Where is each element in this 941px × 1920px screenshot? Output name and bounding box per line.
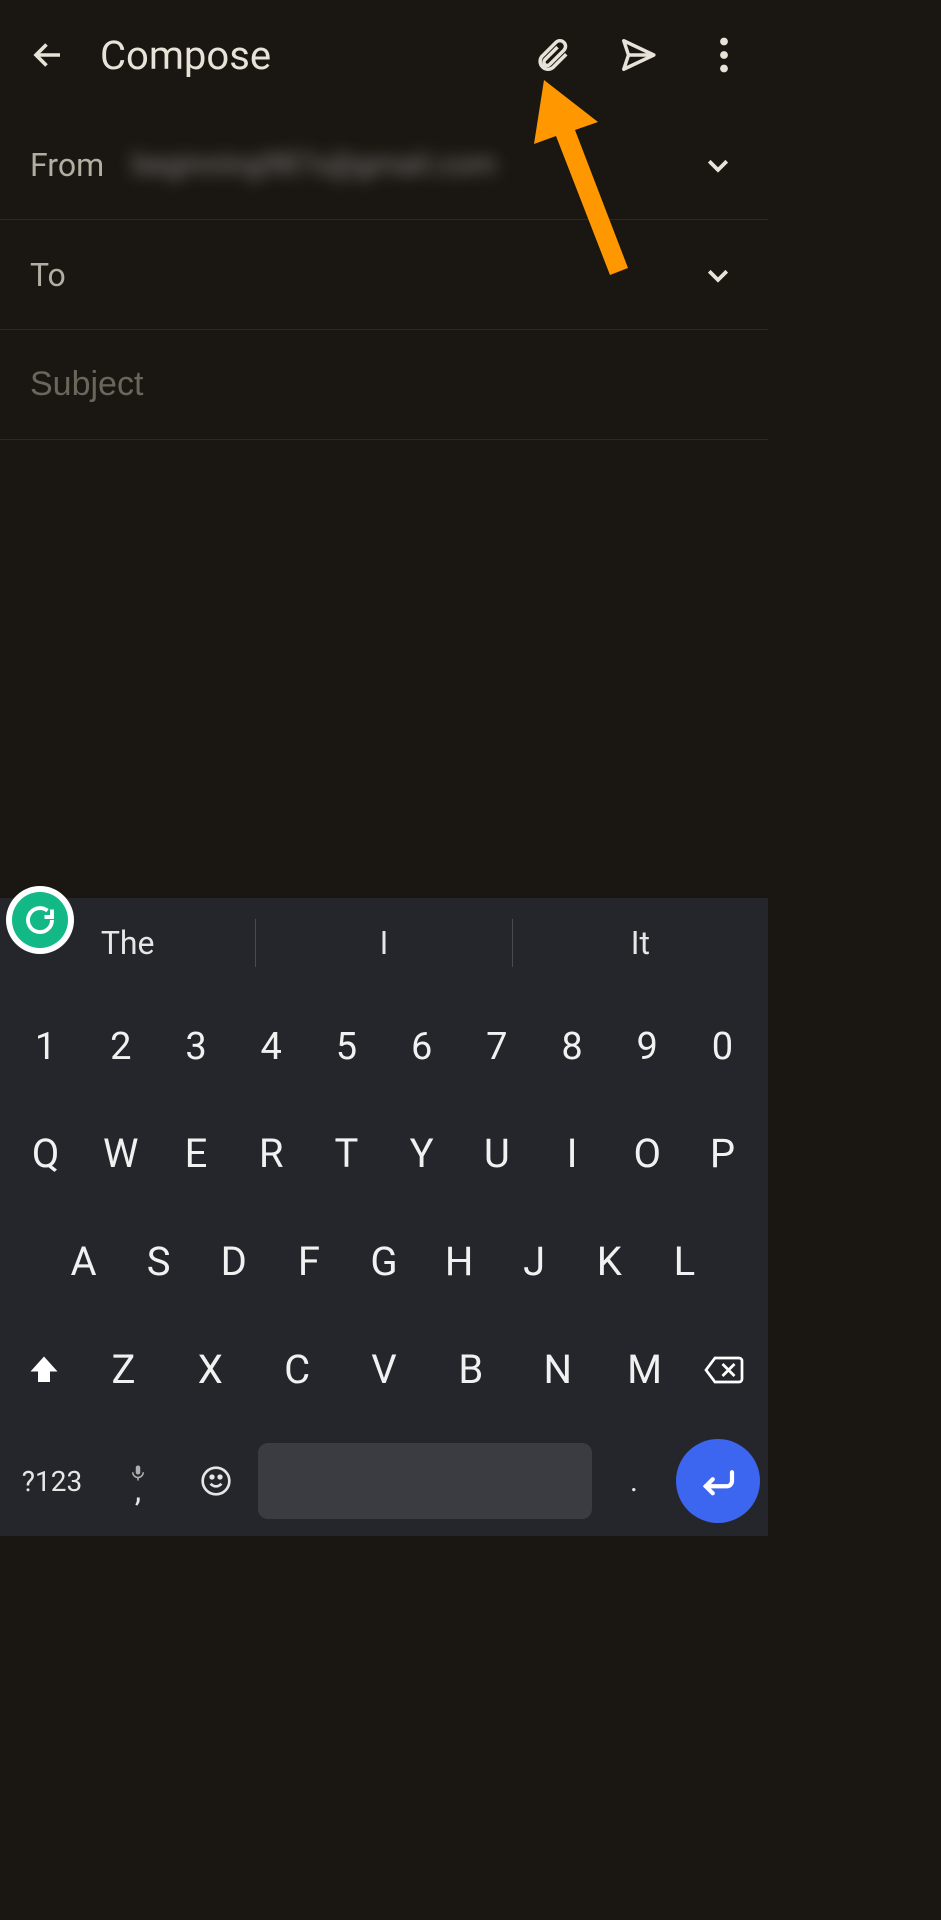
page-title: Compose bbox=[100, 32, 532, 79]
subject-input[interactable] bbox=[30, 365, 738, 404]
mic-comma-key[interactable]: , bbox=[102, 1464, 174, 1498]
send-button[interactable] bbox=[618, 35, 658, 75]
backspace-icon bbox=[703, 1354, 745, 1386]
from-row[interactable]: From beginning987x@gmail.com bbox=[0, 110, 768, 220]
send-icon bbox=[619, 36, 657, 74]
key-u[interactable]: U bbox=[459, 1112, 534, 1195]
key-y[interactable]: Y bbox=[384, 1112, 459, 1195]
suggestion-2[interactable]: I bbox=[256, 924, 511, 962]
suggestion-bar: The I It bbox=[0, 898, 768, 988]
key-t[interactable]: T bbox=[309, 1112, 384, 1195]
key-m[interactable]: M bbox=[601, 1328, 688, 1411]
emoji-icon bbox=[200, 1465, 232, 1497]
chevron-down-icon bbox=[703, 260, 733, 290]
key-z[interactable]: Z bbox=[80, 1328, 167, 1411]
to-expand[interactable] bbox=[698, 260, 738, 290]
subject-row[interactable] bbox=[0, 330, 768, 440]
enter-key[interactable] bbox=[676, 1439, 760, 1523]
key-n[interactable]: N bbox=[514, 1328, 601, 1411]
key-k[interactable]: K bbox=[572, 1220, 647, 1303]
emoji-key[interactable] bbox=[180, 1465, 252, 1497]
grammarly-icon bbox=[12, 892, 68, 948]
key-g[interactable]: G bbox=[346, 1220, 421, 1303]
zxcv-row: Z X C V B N M bbox=[8, 1328, 760, 1411]
period-key[interactable]: . bbox=[598, 1464, 670, 1499]
key-f[interactable]: F bbox=[271, 1220, 346, 1303]
back-button[interactable] bbox=[24, 31, 72, 79]
key-l[interactable]: L bbox=[647, 1220, 722, 1303]
qwerty-row: Q W E R T Y U I O P bbox=[8, 1112, 760, 1195]
more-vertical-icon bbox=[719, 37, 729, 73]
key-5[interactable]: 5 bbox=[309, 1007, 384, 1087]
attach-button[interactable] bbox=[532, 35, 572, 75]
suggestion-3[interactable]: It bbox=[513, 924, 768, 962]
comma-label: , bbox=[135, 1482, 141, 1498]
key-s[interactable]: S bbox=[121, 1220, 196, 1303]
asdf-row: A S D F G H J K L bbox=[8, 1220, 760, 1303]
key-a[interactable]: A bbox=[46, 1220, 121, 1303]
key-v[interactable]: V bbox=[341, 1328, 428, 1411]
from-dropdown[interactable] bbox=[698, 150, 738, 180]
key-o[interactable]: O bbox=[610, 1112, 685, 1195]
key-c[interactable]: C bbox=[254, 1328, 341, 1411]
to-row[interactable]: To bbox=[0, 220, 768, 330]
symbols-key[interactable]: ?123 bbox=[8, 1465, 96, 1498]
keyboard: The I It 1 2 3 4 5 6 7 8 9 0 Q W E R T Y… bbox=[0, 898, 768, 1536]
bottom-row: ?123 , . bbox=[0, 1436, 768, 1536]
key-h[interactable]: H bbox=[422, 1220, 497, 1303]
key-2[interactable]: 2 bbox=[83, 1007, 158, 1087]
key-1[interactable]: 1 bbox=[8, 1007, 83, 1087]
arrow-left-icon bbox=[30, 37, 66, 73]
key-d[interactable]: D bbox=[196, 1220, 271, 1303]
key-p[interactable]: P bbox=[685, 1112, 760, 1195]
key-0[interactable]: 0 bbox=[685, 1007, 760, 1087]
key-4[interactable]: 4 bbox=[234, 1007, 309, 1087]
grammarly-button[interactable] bbox=[6, 886, 74, 954]
backspace-key[interactable] bbox=[688, 1354, 760, 1386]
key-3[interactable]: 3 bbox=[158, 1007, 233, 1087]
toolbar: Compose bbox=[0, 0, 768, 110]
key-w[interactable]: W bbox=[83, 1112, 158, 1195]
spacebar[interactable] bbox=[258, 1443, 592, 1519]
key-8[interactable]: 8 bbox=[534, 1007, 609, 1087]
to-label: To bbox=[30, 256, 80, 294]
number-row: 1 2 3 4 5 6 7 8 9 0 bbox=[8, 1007, 760, 1087]
key-i[interactable]: I bbox=[534, 1112, 609, 1195]
from-value: beginning987x@gmail.com bbox=[132, 147, 698, 182]
paperclip-icon bbox=[533, 36, 571, 74]
key-r[interactable]: R bbox=[234, 1112, 309, 1195]
key-6[interactable]: 6 bbox=[384, 1007, 459, 1087]
to-input[interactable] bbox=[108, 256, 698, 293]
key-7[interactable]: 7 bbox=[459, 1007, 534, 1087]
key-x[interactable]: X bbox=[167, 1328, 254, 1411]
chevron-down-icon bbox=[703, 150, 733, 180]
key-j[interactable]: J bbox=[497, 1220, 572, 1303]
shift-icon bbox=[26, 1352, 62, 1388]
enter-icon bbox=[697, 1460, 739, 1502]
key-b[interactable]: B bbox=[427, 1328, 514, 1411]
shift-key[interactable] bbox=[8, 1352, 80, 1388]
key-9[interactable]: 9 bbox=[610, 1007, 685, 1087]
from-label: From bbox=[30, 146, 104, 184]
key-e[interactable]: E bbox=[158, 1112, 233, 1195]
key-q[interactable]: Q bbox=[8, 1112, 83, 1195]
more-button[interactable] bbox=[704, 35, 744, 75]
